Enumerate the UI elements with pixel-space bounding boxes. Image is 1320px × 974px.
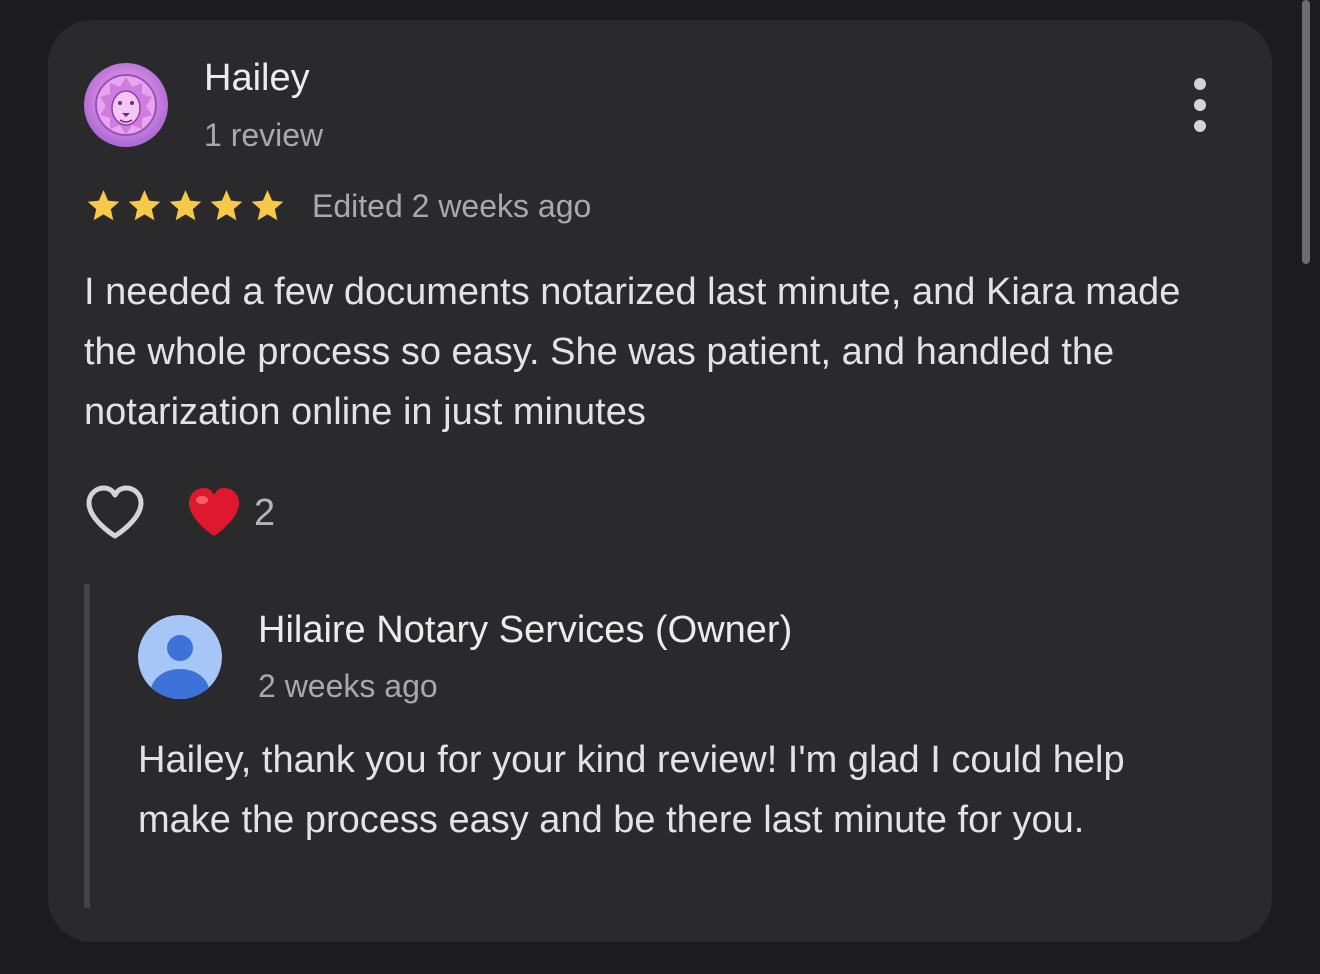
owner-reply-text: Hailey, thank you for your kind review! …	[138, 739, 1125, 841]
like-button[interactable]	[84, 484, 146, 542]
person-icon	[151, 635, 209, 699]
more-vert-icon	[1194, 78, 1206, 90]
star-icon	[210, 190, 243, 221]
more-options-button[interactable]	[1180, 78, 1220, 132]
star-icon	[87, 190, 120, 221]
heart-outline-icon	[86, 485, 144, 539]
reaction-count: 2	[254, 492, 276, 534]
reply-divider	[84, 584, 90, 908]
red-heart-icon	[189, 488, 239, 536]
reviewer-name[interactable]: Hailey	[204, 56, 310, 100]
owner-name: Hilaire Notary Services (Owner)	[258, 609, 793, 651]
star-icon	[251, 190, 284, 221]
star-icon	[128, 190, 161, 221]
scrollbar[interactable]	[1302, 0, 1310, 264]
star-icon	[169, 190, 202, 221]
reaction-heart[interactable]	[186, 486, 242, 540]
reviewer-avatar[interactable]	[84, 63, 168, 147]
star-rating	[84, 187, 287, 225]
lion-avatar-icon	[95, 74, 157, 136]
reviewer-review-count: 1 review	[204, 117, 324, 153]
edited-timestamp: Edited 2 weeks ago	[312, 188, 592, 224]
review-text: I needed a few documents notarized last …	[84, 271, 1181, 433]
owner-reply-timestamp: 2 weeks ago	[258, 668, 438, 704]
owner-avatar	[138, 615, 222, 699]
